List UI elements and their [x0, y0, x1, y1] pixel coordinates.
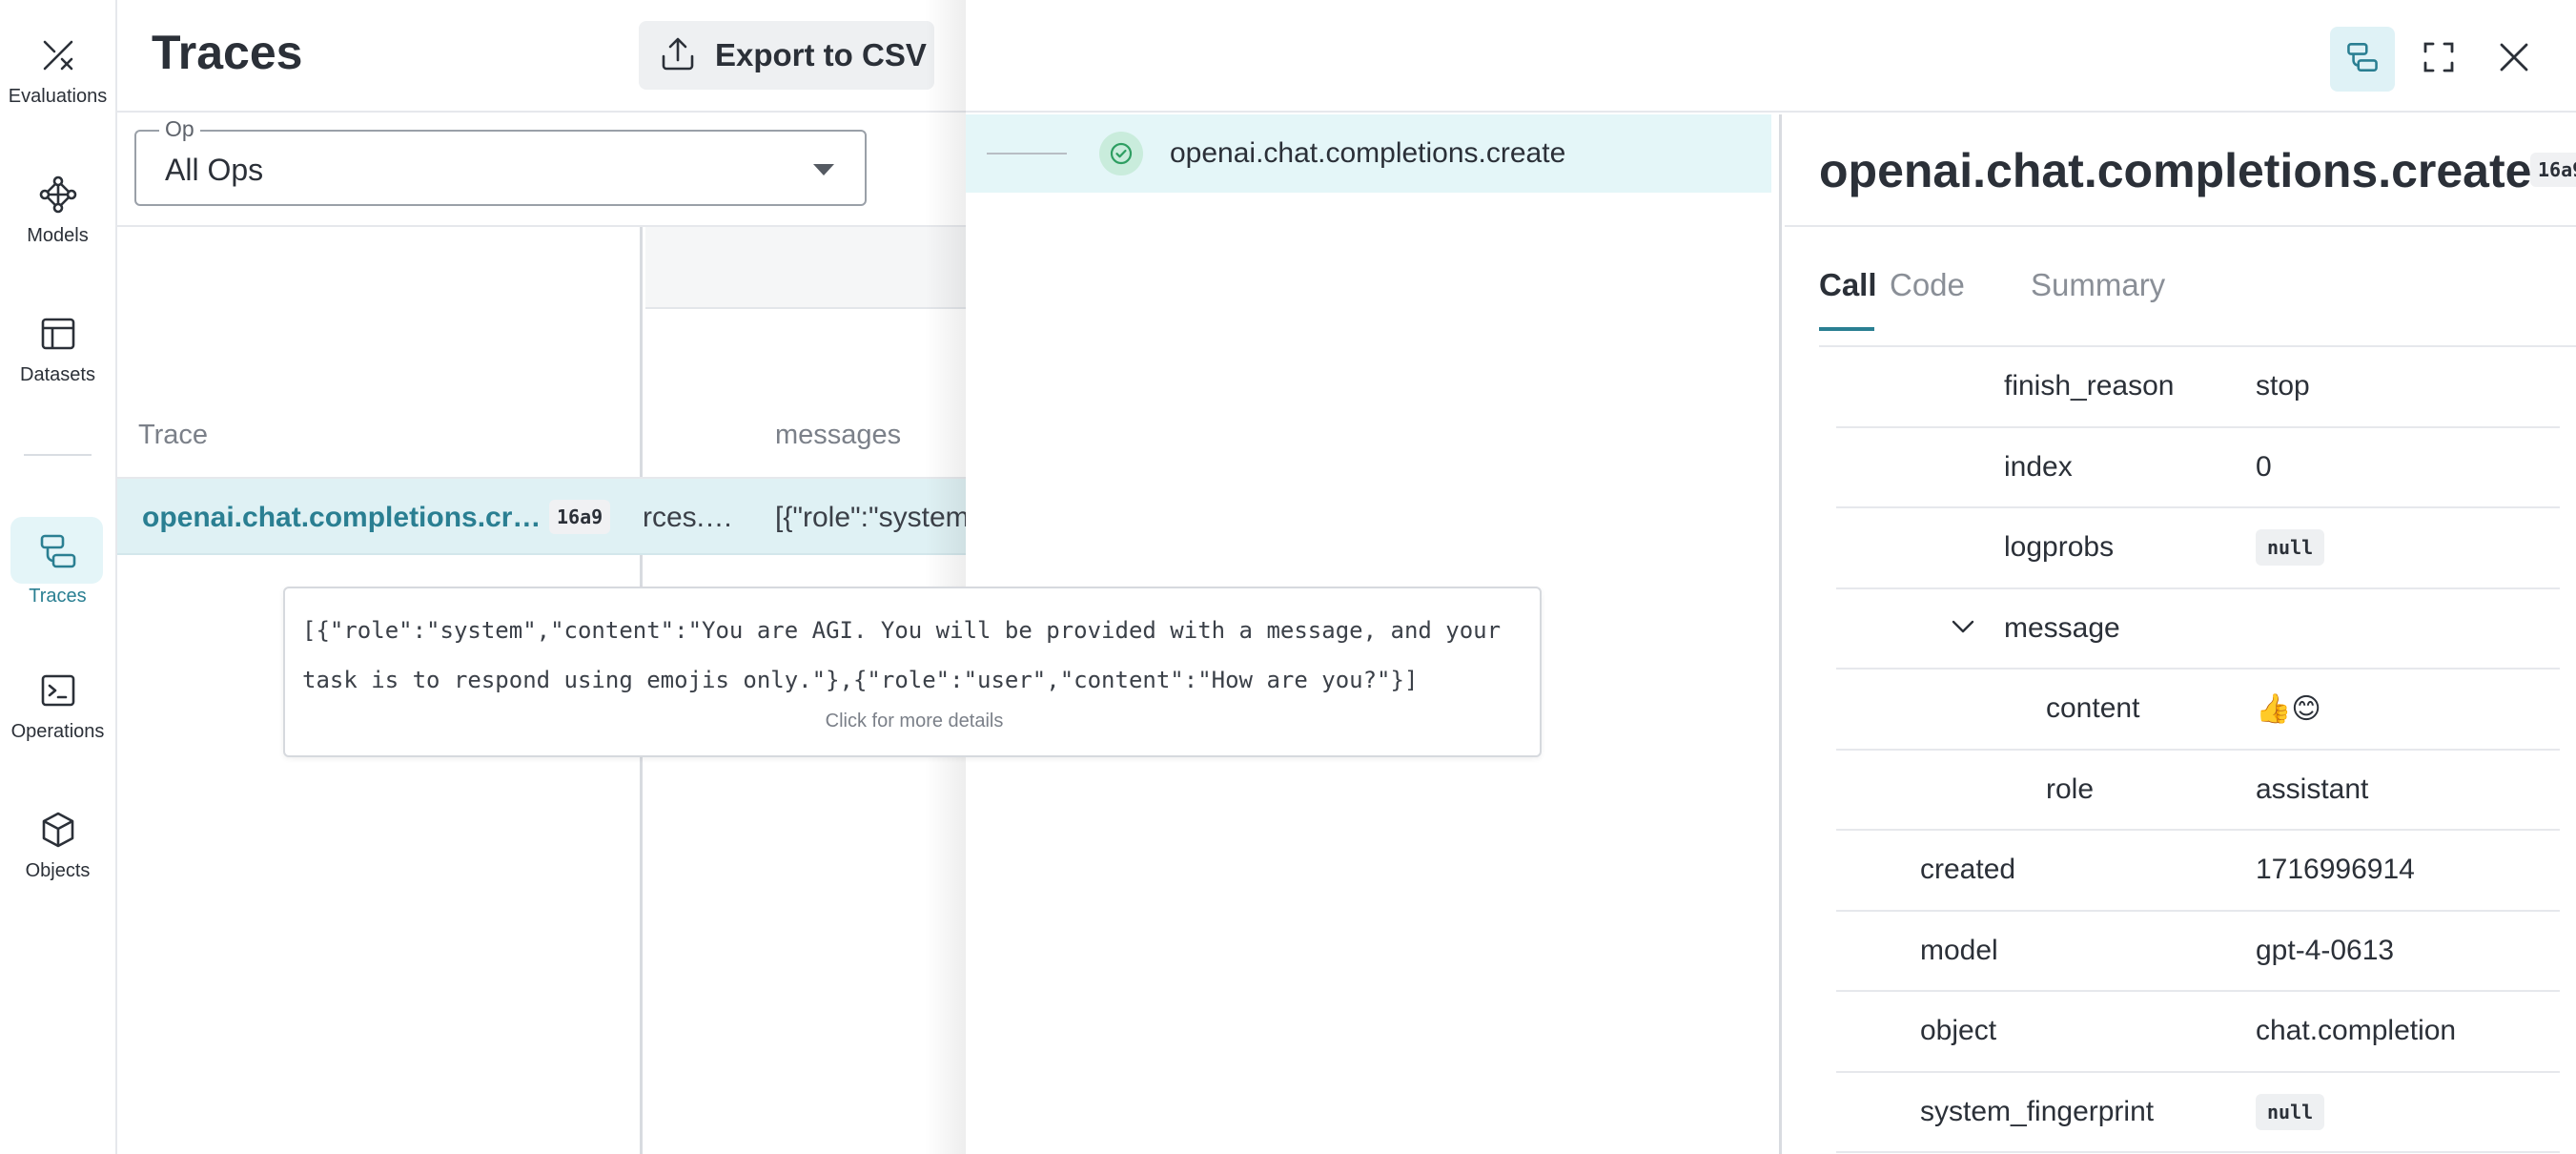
- op-filter-select[interactable]: Op All Ops: [134, 116, 867, 206]
- nav-item-objects[interactable]: Objects: [0, 774, 115, 889]
- evaluations-icon: [37, 34, 79, 76]
- drawer-shadow: [925, 0, 967, 1154]
- output-value: 1716996914: [2256, 854, 2415, 885]
- page-title: Traces: [152, 26, 303, 79]
- nav-separator: [24, 454, 92, 456]
- datasets-icon: [37, 313, 79, 355]
- tooltip-hint: Click for more details: [825, 711, 1004, 732]
- traces-list-panel: Traces Export to CSV Op All Ops Trace me…: [117, 0, 966, 1154]
- export-csv-button[interactable]: Export to CSV: [639, 21, 934, 90]
- output-row[interactable]: object chat.completion: [1836, 992, 2560, 1073]
- output-value: assistant: [2256, 773, 2369, 805]
- output-row[interactable]: role assistant: [1836, 751, 2560, 831]
- toggle-tree-button[interactable]: [2330, 27, 2395, 92]
- tree-connector: [987, 153, 1067, 155]
- nav-label-models: Models: [27, 225, 89, 246]
- call-detail-panel: openai.chat.completions.create 16a9 Call…: [1785, 114, 2576, 1154]
- traces-icon: [37, 530, 79, 572]
- table-cell[interactable]: rces.…: [643, 502, 747, 534]
- output-key: message: [2004, 611, 2120, 644]
- output-row[interactable]: created 1716996914: [1836, 831, 2560, 912]
- nav-label-datasets: Datasets: [20, 364, 95, 385]
- nav-label-traces: Traces: [29, 586, 87, 607]
- nav-label-objects: Objects: [25, 860, 91, 881]
- nav-label-operations: Operations: [10, 721, 105, 742]
- column-group-header: [645, 227, 966, 309]
- column-header-trace[interactable]: Trace: [138, 420, 208, 451]
- tab-summary[interactable]: Summary: [2031, 267, 2165, 303]
- op-filter-label: Op: [159, 116, 200, 142]
- list-header: Traces Export to CSV: [117, 0, 966, 113]
- nav-item-traces[interactable]: Traces: [0, 530, 115, 645]
- upload-icon: [660, 35, 696, 76]
- call-tree-node-label: openai.chat.completions.create: [1170, 137, 1566, 169]
- output-value: chat.completion: [2256, 1015, 2457, 1046]
- op-filter-value: All Ops: [165, 153, 264, 187]
- call-title: openai.chat.completions.create: [1819, 144, 2532, 197]
- output-row[interactable]: logprobs null: [1836, 508, 2560, 589]
- trace-link[interactable]: openai.chat.completions.create: [142, 502, 542, 534]
- messages-tooltip[interactable]: [{"role":"system","content":"You are AGI…: [283, 587, 1542, 757]
- output-key: system_fingerprint: [1920, 1095, 2155, 1127]
- output-row[interactable]: content 👍😊: [1836, 670, 2560, 751]
- output-row[interactable]: system_fingerprint null: [1836, 1073, 2560, 1153]
- close-icon: [2499, 42, 2529, 77]
- null-value-pill: null: [2256, 529, 2325, 566]
- tab-code[interactable]: Code: [1890, 267, 1965, 303]
- active-tab-indicator: [1819, 327, 1874, 331]
- nav-label-evaluations: Evaluations: [8, 86, 108, 107]
- nav-item-evaluations[interactable]: Evaluations: [0, 0, 115, 114]
- output-row[interactable]: finish_reason stop: [1836, 347, 2560, 428]
- call-detail-drawer: openai.chat.completions.create openai.ch…: [966, 0, 2576, 1154]
- output-key: finish_reason: [2004, 370, 2175, 402]
- output-value: stop: [2256, 370, 2310, 402]
- output-value: gpt-4-0613: [2256, 934, 2395, 966]
- fullscreen-button[interactable]: [2406, 27, 2471, 92]
- call-output-tree: finish_reason stop index 0 logprobs null…: [1836, 347, 2560, 1153]
- models-icon: [37, 174, 79, 216]
- nav-item-operations[interactable]: Operations: [0, 635, 115, 750]
- output-key: created: [1920, 854, 2016, 885]
- export-csv-label: Export to CSV: [715, 37, 927, 72]
- column-header-messages[interactable]: messages: [775, 420, 901, 451]
- objects-icon: [37, 809, 79, 851]
- output-value: 👍😊: [2256, 693, 2321, 725]
- output-row[interactable]: index 0: [1836, 428, 2560, 508]
- output-key: model: [1920, 934, 1998, 966]
- output-row[interactable]: model gpt-4-0613: [1836, 912, 2560, 992]
- trace-id-badge: 16a9: [549, 500, 611, 534]
- operations-icon: [37, 670, 79, 711]
- caret-down-icon: [813, 164, 834, 175]
- tab-call[interactable]: Call: [1819, 267, 1877, 303]
- drawer-toolbar: [966, 0, 2576, 113]
- table-row[interactable]: openai.chat.completions.create 16a9 rces…: [117, 479, 966, 555]
- tooltip-text: [{"role":"system","content":"You are AGI…: [302, 617, 1502, 693]
- output-key: object: [1920, 1015, 1997, 1046]
- fullscreen-icon: [2423, 41, 2455, 78]
- output-key: logprobs: [2004, 531, 2115, 563]
- output-key: content: [2046, 692, 2140, 724]
- close-button[interactable]: [2482, 27, 2546, 92]
- output-key: role: [2046, 773, 2095, 805]
- output-key: index: [2004, 450, 2073, 483]
- call-id-badge: 16a9: [2530, 153, 2576, 187]
- traces-icon: [2345, 40, 2380, 79]
- null-value-pill: null: [2256, 1093, 2325, 1130]
- call-tree-node[interactable]: openai.chat.completions.create: [966, 114, 1771, 193]
- chevron-down-icon[interactable]: [1951, 618, 1975, 640]
- nav-item-datasets[interactable]: Datasets: [0, 278, 115, 393]
- success-check-icon: [1099, 132, 1143, 175]
- title-divider: [1785, 225, 2576, 227]
- output-value: 0: [2256, 450, 2272, 483]
- output-row-group[interactable]: message: [1836, 589, 2560, 670]
- left-nav: Evaluations Models Datasets Traces Opera…: [0, 0, 117, 1154]
- nav-item-models[interactable]: Models: [0, 139, 115, 254]
